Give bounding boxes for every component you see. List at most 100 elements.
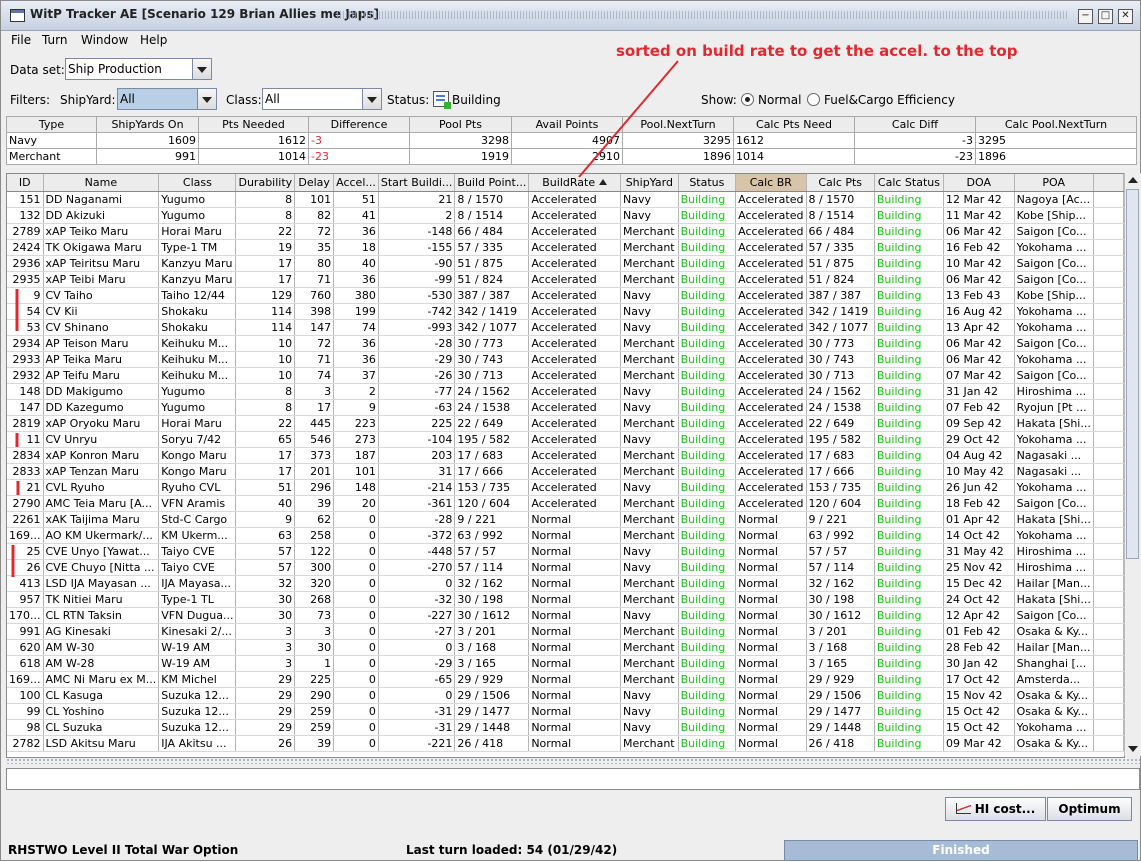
column-header-build-points[interactable]: Build Point... (454, 174, 530, 192)
scroll-down-icon[interactable] (1128, 746, 1138, 752)
cell-calc-pts: 66 / 484 (806, 223, 875, 240)
column-header-shipyard[interactable]: ShipYard (620, 174, 679, 192)
table-row[interactable]: 2782 LSD Akitsu Maru IJA Akitsu ... 26 39 0 -2… (7, 735, 1124, 752)
column-header-accel[interactable]: Accel... (333, 174, 379, 192)
column-header-name[interactable]: Name (43, 174, 160, 192)
table-row[interactable]: 2933 AP Teika Maru Keihuku M... 10 71 36 -29 30… (7, 351, 1124, 368)
table-row[interactable]: 2789 xAP Teiko Maru Horai Maru 22 72 36 -148 66… (7, 223, 1124, 240)
column-header-poa[interactable]: POA (1014, 174, 1094, 192)
column-header-delay[interactable]: Delay (294, 174, 335, 192)
table-row[interactable]: 9 CV Taiho Taiho 12/44 129 760 380 -530 387 / 3… (7, 287, 1124, 304)
table-row[interactable]: 170... CL RTN Taksin VFN Dugua... 30 73 0 -227… (7, 607, 1124, 624)
table-row[interactable]: 2834 xAP Konron Maru Kongo Maru 17 373 187 203… (7, 447, 1124, 464)
menu-turn[interactable]: Turn (42, 33, 67, 47)
cell-shipyard: Merchant (620, 735, 679, 752)
column-header-calc-status[interactable]: Calc Status (874, 174, 945, 192)
cell-status: Building (678, 287, 737, 304)
table-row[interactable]: 2261 xAK Taijima Maru Std-C Cargo 9 62 0 -28 9 … (7, 511, 1124, 528)
table-row[interactable]: 2833 xAP Tenzan Maru Kongo Maru 17 201 101 31 1… (7, 463, 1124, 480)
table-row[interactable]: 148 DD Makigumo Yugumo 8 3 2 -77 24 / 1562 Accel… (7, 383, 1124, 400)
shipyard-combo[interactable]: All (117, 88, 217, 110)
column-header-class[interactable]: Class (158, 174, 237, 192)
table-row[interactable]: 132 DD Akizuki Yugumo 8 82 41 2 8 / 1514 Acceler… (7, 207, 1124, 224)
normal-radio-label[interactable]: Normal (758, 93, 801, 107)
normal-radio[interactable] (741, 93, 754, 106)
table-row[interactable]: 147 DD Kazegumo Yugumo 8 17 9 -63 24 / 1538 Acce… (7, 399, 1124, 416)
table-row[interactable]: 991 AG Kinesaki Kinesaki 2/... 3 3 0 -27 3 / 20… (7, 623, 1124, 640)
table-row[interactable]: 2934 AP Teison Maru Keihuku M... 10 72 36 -28 3… (7, 335, 1124, 352)
message-field[interactable] (6, 768, 1140, 790)
table-row[interactable]: 2935 xAP Teibi Maru Kanzyu Maru 17 71 36 -99 51… (7, 271, 1124, 288)
table-row[interactable]: 169... AMC Ni Maru ex M... KM Michel 29 225 0… (7, 671, 1124, 688)
table-row[interactable]: 98 CL Suzuka Suzuka 12... 29 259 0 -31 29 / 144… (7, 719, 1124, 736)
cell-filler (1093, 239, 1124, 256)
cell-build-points: 8 / 1570 (454, 191, 530, 208)
column-header-doa[interactable]: DOA (943, 174, 1015, 192)
shipyard-label: ShipYard: (60, 93, 116, 107)
column-header-durability[interactable]: Durability (235, 174, 296, 192)
table-row[interactable]: 21 CVL Ryuho Ryuho CVL 51 296 148 -214 153 / 73… (7, 479, 1124, 496)
cell-calc-pts: 9 / 221 (806, 511, 875, 528)
table-row[interactable]: 151 DD Naganami Yugumo 8 101 51 21 8 / 1570 Acce… (7, 191, 1124, 208)
column-header-status[interactable]: Status (678, 174, 737, 192)
table-row[interactable]: 2424 TK Okigawa Maru Type-1 TM 19 35 18 -155 57… (7, 239, 1124, 256)
table-row[interactable]: 2790 AMC Teia Maru [A... VFN Aramis 40 39 20-… (7, 495, 1124, 512)
ship-table[interactable]: ID Name Class Durability Delay Accel... Start … (6, 173, 1125, 758)
cell-durability: 22 (235, 415, 296, 432)
cell-doa: 25 Nov 42 (943, 559, 1015, 576)
hi-cost-button[interactable]: HI cost... (945, 797, 1046, 821)
scroll-up-icon[interactable] (1128, 177, 1138, 183)
table-row[interactable]: 100 CL Kasuga Suzuka 12... 29 290 0 0 29 / 1506… (7, 687, 1124, 704)
table-row[interactable]: 2819 xAP Oryoku Maru Horai Maru 22 445 223 225… (7, 415, 1124, 432)
table-row[interactable]: 620 AM W-30 W-19 AM 3 30 0 0 3 / 168 Normal Merch… (7, 639, 1124, 656)
cell-calc-status: Building (874, 719, 945, 736)
cell-poa: Ryojun [Pt ... (1014, 399, 1094, 416)
column-header-start-build[interactable]: Start Buildi... (378, 174, 456, 192)
scroll-thumb[interactable] (1126, 189, 1139, 559)
title-bar[interactable]: WitP Tracker AE [Scenario 129 Brian Alli… (1, 1, 1140, 31)
close-icon[interactable]: ✕ (1118, 9, 1133, 24)
cell-start-build: -32 (378, 591, 456, 608)
table-row[interactable]: 53 CV Shinano Shokaku 114 147 74 -993 342 / 107… (7, 319, 1124, 336)
column-header-id[interactable]: ID (7, 174, 44, 192)
vertical-scrollbar[interactable] (1124, 173, 1141, 756)
cell-calc-status: Building (874, 255, 945, 272)
column-header-calc-br[interactable]: Calc BR (735, 174, 807, 192)
cell-accel: 36 (333, 223, 379, 240)
table-row[interactable]: 26 CVE Chuyo [Nitta ... Taiyo CVE 57 300 0 -27… (7, 559, 1124, 576)
table-row[interactable]: 618 AM W-28 W-19 AM 3 1 0 -29 3 / 165 Normal Merc… (7, 655, 1124, 672)
status-value[interactable]: Building (452, 93, 501, 107)
cell-filler (1093, 527, 1124, 544)
class-combo[interactable]: All (262, 88, 382, 110)
chevron-down-icon[interactable] (197, 89, 216, 109)
menu-help[interactable]: Help (140, 33, 167, 47)
table-row[interactable]: 169... AO KM Ukermark/... KM Ukerm... 63 258… (7, 527, 1124, 544)
table-row[interactable]: 2936 xAP Teiritsu Maru Kanzyu Maru 17 80 40 -9… (7, 255, 1124, 272)
maximize-icon[interactable]: □ (1098, 9, 1113, 24)
cell-shipyard: Navy (620, 559, 679, 576)
cell-calc-status: Building (874, 623, 945, 640)
table-row[interactable]: 25 CVE Unyo [Yawat... Taiyo CVE 57 122 0 -448 5… (7, 543, 1124, 560)
chevron-down-icon[interactable] (362, 89, 381, 109)
column-header-build-rate[interactable]: BuildRate (528, 174, 622, 192)
table-row[interactable]: 54 CV Kii Shokaku 114 398 199 -742 342 / 1419 Ac… (7, 303, 1124, 320)
table-row[interactable]: 413 LSD IJA Mayasan ... IJA Mayasa... 32 320… (7, 575, 1124, 592)
fuel-cargo-radio-label[interactable]: Fuel&Cargo Efficiency (824, 93, 955, 107)
chevron-down-icon[interactable] (192, 59, 211, 79)
cell-poa: Amsterda... (1014, 671, 1094, 688)
table-row[interactable]: 11 CV Unryu Soryu 7/42 65 546 273 -104 195 / 58… (7, 431, 1124, 448)
column-header-calc-pts[interactable]: Calc Pts (806, 174, 875, 192)
minimize-icon[interactable]: − (1078, 9, 1093, 24)
menu-window[interactable]: Window (81, 33, 128, 47)
summary-cell-pool-pts: 1919 (409, 148, 512, 165)
cell-doa: 06 Mar 42 (943, 223, 1015, 240)
table-row[interactable]: 2932 AP Teifu Maru Keihuku M... 10 74 37 -26 30… (7, 367, 1124, 384)
table-row[interactable]: 957 TK Nitiei Maru Type-1 TL 30 268 0 -32 30 / … (7, 591, 1124, 608)
splitter-handle[interactable] (6, 758, 1140, 764)
table-row[interactable]: 99 CL Yoshino Suzuka 12... 29 259 0 -31 29 / 14… (7, 703, 1124, 720)
dataset-combo[interactable]: Ship Production (65, 58, 212, 80)
optimum-button[interactable]: Optimum (1047, 797, 1132, 821)
status-filter-icon[interactable] (433, 91, 451, 109)
fuel-cargo-radio[interactable] (807, 93, 820, 106)
menu-file[interactable]: File (11, 33, 31, 47)
